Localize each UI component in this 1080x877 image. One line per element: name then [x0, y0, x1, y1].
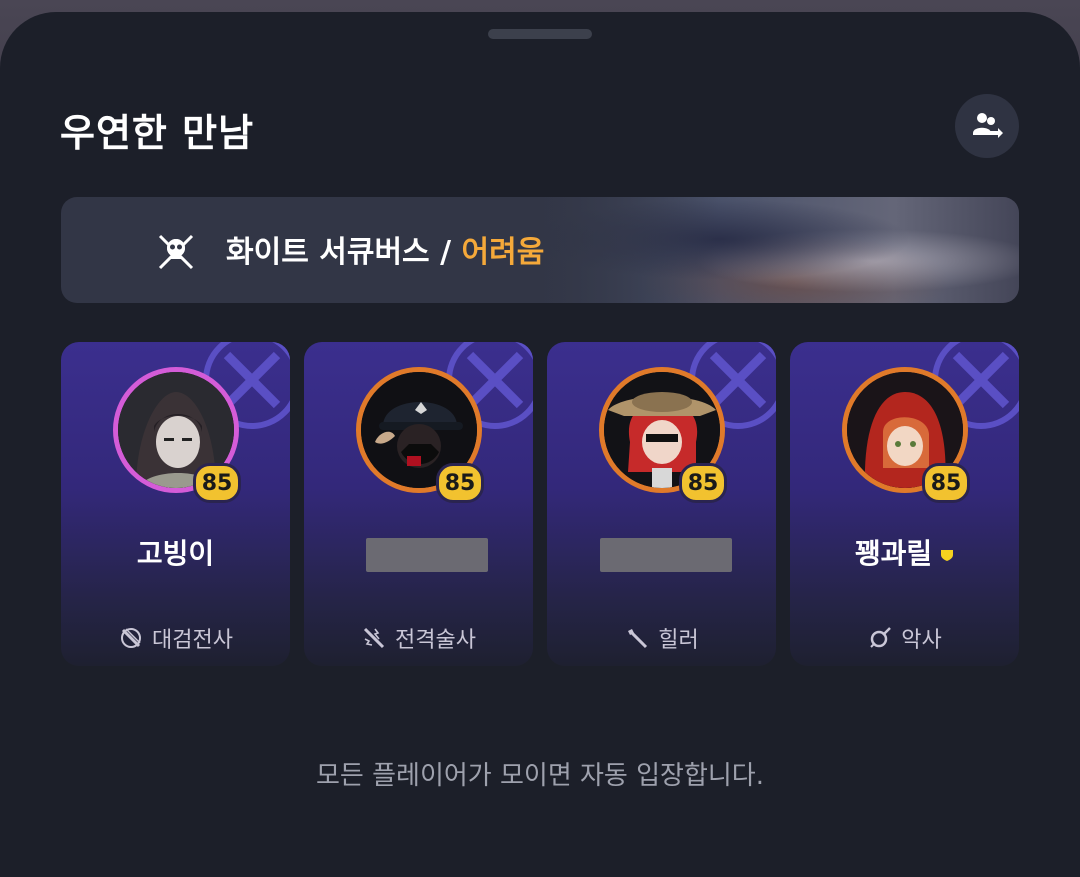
redacted-player-name [366, 538, 488, 572]
matchmaking-sheet: 우연한 만남 화이트 서큐버스 / 어려움 85 고빙이 대검전사 85 전격술… [0, 12, 1080, 877]
player-class: 전격술사 [304, 622, 533, 654]
redacted-player-name [600, 538, 732, 572]
player-class: 악사 [790, 622, 1019, 654]
difficulty-label: 어려움 [461, 235, 545, 270]
player-name-row: 꽹과릴 [790, 532, 1019, 572]
party-leader-icon [941, 550, 954, 561]
player-card[interactable]: 85 꽹과릴 악사 [790, 342, 1019, 666]
class-label: 악사 [901, 628, 942, 653]
player-class: 힐러 [547, 622, 776, 654]
bard-icon [870, 627, 892, 648]
level-badge: 85 [679, 463, 727, 503]
class-label: 힐러 [658, 628, 699, 653]
skull-crossbones-icon [158, 234, 194, 270]
battle-mage-icon [363, 627, 385, 649]
party-share-icon [973, 113, 1003, 138]
class-label: 대검전사 [152, 628, 233, 653]
party-share-button[interactable] [955, 94, 1019, 158]
player-card[interactable]: 85 고빙이 대검전사 [61, 342, 290, 666]
player-card[interactable]: 85 전격술사 [304, 342, 533, 666]
drag-handle[interactable] [488, 29, 592, 39]
healer-staff-icon [628, 629, 648, 649]
greatsword-icon [121, 628, 142, 648]
sheet-title: 우연한 만남 [60, 111, 255, 155]
level-badge: 85 [922, 463, 970, 503]
title-separator: / [429, 235, 462, 270]
player-class: 대검전사 [61, 622, 290, 654]
player-name: 고빙이 [136, 537, 215, 570]
player-card[interactable]: 85 힐러 [547, 342, 776, 666]
auto-enter-notice: 모든 플레이어가 모이면 자동 입장합니다. [316, 761, 764, 791]
raid-banner: 화이트 서큐버스 / 어려움 [61, 197, 1019, 303]
boss-name: 화이트 서큐버스 [226, 235, 430, 270]
level-badge: 85 [193, 463, 241, 503]
level-badge: 85 [436, 463, 484, 503]
player-name: 꽹과릴 [854, 537, 933, 570]
raid-title: 화이트 서큐버스 / 어려움 [226, 227, 544, 271]
class-label: 전격술사 [395, 628, 476, 653]
